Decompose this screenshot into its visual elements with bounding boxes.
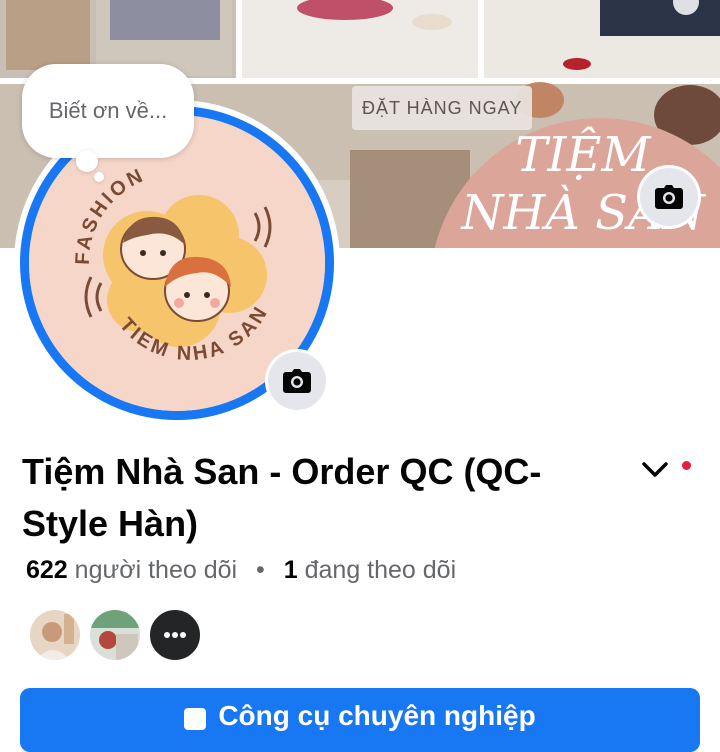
cover-camera-button[interactable] <box>640 168 698 226</box>
follow-stats[interactable]: 622 người theo dõi • 1 đang theo dõi <box>26 556 456 585</box>
professional-tools-button[interactable]: Công cụ chuyên nghiệp <box>20 688 700 752</box>
avatar-camera-button[interactable] <box>268 352 326 410</box>
note-bubble[interactable]: Biết ơn về... <box>22 64 194 158</box>
camera-icon <box>283 369 311 393</box>
more-dots-icon <box>164 632 186 638</box>
camera-icon <box>655 185 683 209</box>
note-bubble-tail-small <box>94 172 104 182</box>
order-now-banner: ĐẶT HÀNG NGAY <box>352 86 533 130</box>
follower-photo <box>30 610 80 660</box>
followers-label: người theo dõi <box>74 556 238 584</box>
tools-icon <box>184 708 207 730</box>
chevron-down-icon[interactable] <box>640 454 670 484</box>
follower-avatar[interactable] <box>28 608 82 662</box>
follower-avatar[interactable] <box>88 608 142 662</box>
following-label: đang theo dõi <box>304 556 457 584</box>
notification-dot <box>682 461 691 470</box>
following-count: 1 <box>283 556 298 584</box>
more-followers-button[interactable] <box>148 608 202 662</box>
note-bubble-tail <box>76 150 98 172</box>
stats-separator: • <box>256 556 265 584</box>
professional-tools-label: Công cụ chuyên nghiệp <box>218 700 536 731</box>
note-placeholder: Biết ơn về... <box>48 98 168 123</box>
followers-count: 622 <box>26 556 68 584</box>
follower-photo <box>90 610 140 660</box>
page-title: Tiệm Nhà San - Order QC (QC-Style Hàn) <box>22 451 542 544</box>
more-icon[interactable] <box>672 0 700 16</box>
